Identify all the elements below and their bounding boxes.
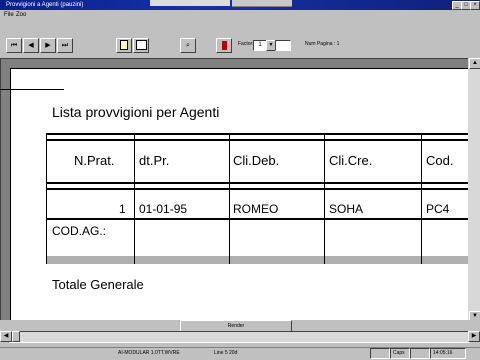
background-window-strip <box>150 0 230 6</box>
arrow-right-icon: ▶ <box>471 333 477 339</box>
status-module: AI-MODULAR 1.0TT.WVRE <box>118 350 180 356</box>
cod-ag-label: COD.AG.: <box>52 224 107 238</box>
previous-page-button[interactable]: ◀ <box>23 38 39 53</box>
grand-total-label: Totale Generale <box>52 277 144 292</box>
status-caps: Caps <box>390 348 410 359</box>
column-divider <box>421 133 422 264</box>
page-number-label: Num Pagina : 1 <box>305 41 340 47</box>
previous-page-icon: ◀ <box>28 42 34 49</box>
next-page-icon: ▶ <box>45 42 51 49</box>
column-divider <box>46 133 47 264</box>
two-pages-button[interactable] <box>133 38 149 53</box>
first-page-icon: ⏮ <box>10 42 18 49</box>
exit-button[interactable] <box>216 38 232 53</box>
status-empty-cell <box>370 348 390 359</box>
zoom-button[interactable]: ⌕ <box>180 38 196 53</box>
scroll-up-button[interactable]: ▲ <box>469 58 480 69</box>
arrow-left-icon: ◀ <box>3 333 9 339</box>
factor-label: Factor: <box>238 41 254 47</box>
last-page-button[interactable]: ⏭ <box>57 38 73 53</box>
magnifier-icon: ⌕ <box>186 42 190 49</box>
chevron-down-icon: ▼ <box>268 42 274 48</box>
horizontal-scrollbar[interactable] <box>8 331 470 343</box>
scroll-right-button[interactable]: ▶ <box>468 331 480 342</box>
arrow-up-icon: ▲ <box>472 60 478 66</box>
report-title: Lista provvigioni per Agenti <box>52 104 220 120</box>
cell-cli-deb: ROMEO <box>233 202 279 216</box>
status-clock: 14:05:16 <box>430 348 466 359</box>
column-header-cli-cre: Cli.Cre. <box>329 153 373 168</box>
table-top-rule-2 <box>46 139 468 141</box>
exit-door-icon <box>221 40 227 50</box>
background-window-strip-2 <box>232 0 292 7</box>
scroll-thumb[interactable] <box>12 331 20 342</box>
column-divider <box>134 133 135 264</box>
window-title: Provvigioni a Agenti (pauzini) <box>6 2 84 8</box>
table-header-rule-2 <box>46 188 468 190</box>
factor-extra-field[interactable] <box>275 40 291 51</box>
column-header-cod: Cod. <box>426 153 454 168</box>
cell-dt-pr: 01-01-95 <box>139 202 188 216</box>
margin-marker <box>0 89 64 90</box>
arrow-down-icon: ▼ <box>472 313 478 319</box>
column-header-cli-deb: Cli.Deb. <box>233 153 280 168</box>
close-button[interactable]: × <box>470 1 480 10</box>
column-divider <box>324 133 325 264</box>
table-header-rule <box>46 182 468 184</box>
cell-cod: PC4 <box>426 202 450 216</box>
first-page-button[interactable]: ⏮ <box>6 38 22 53</box>
table-top-rule <box>46 133 468 135</box>
status-empty-cell-2 <box>410 348 430 359</box>
last-page-icon: ⏭ <box>61 42 69 49</box>
table-bottom-bar <box>46 256 468 264</box>
menu-file[interactable]: File <box>4 10 14 21</box>
status-line: Line 5 20d <box>214 350 238 356</box>
column-header-n-prat: N.Prat. <box>74 153 115 168</box>
cell-cli-cre: SOHA <box>329 202 364 216</box>
single-page-button[interactable] <box>116 38 132 53</box>
column-header-dt-pr: dt.Pr. <box>139 153 170 168</box>
scroll-left-button[interactable]: ◀ <box>0 331 12 342</box>
next-page-button[interactable]: ▶ <box>40 38 56 53</box>
menu-bar <box>0 10 480 21</box>
table-row-rule <box>46 218 468 220</box>
page-icon <box>120 40 128 51</box>
vertical-scrollbar[interactable] <box>468 58 480 322</box>
factor-input[interactable]: 1 <box>253 40 267 51</box>
cell-n-prat: 1 <box>119 202 126 216</box>
column-divider <box>229 133 230 264</box>
book-icon <box>135 40 147 51</box>
menu-zoom[interactable]: Zoo <box>16 10 26 21</box>
